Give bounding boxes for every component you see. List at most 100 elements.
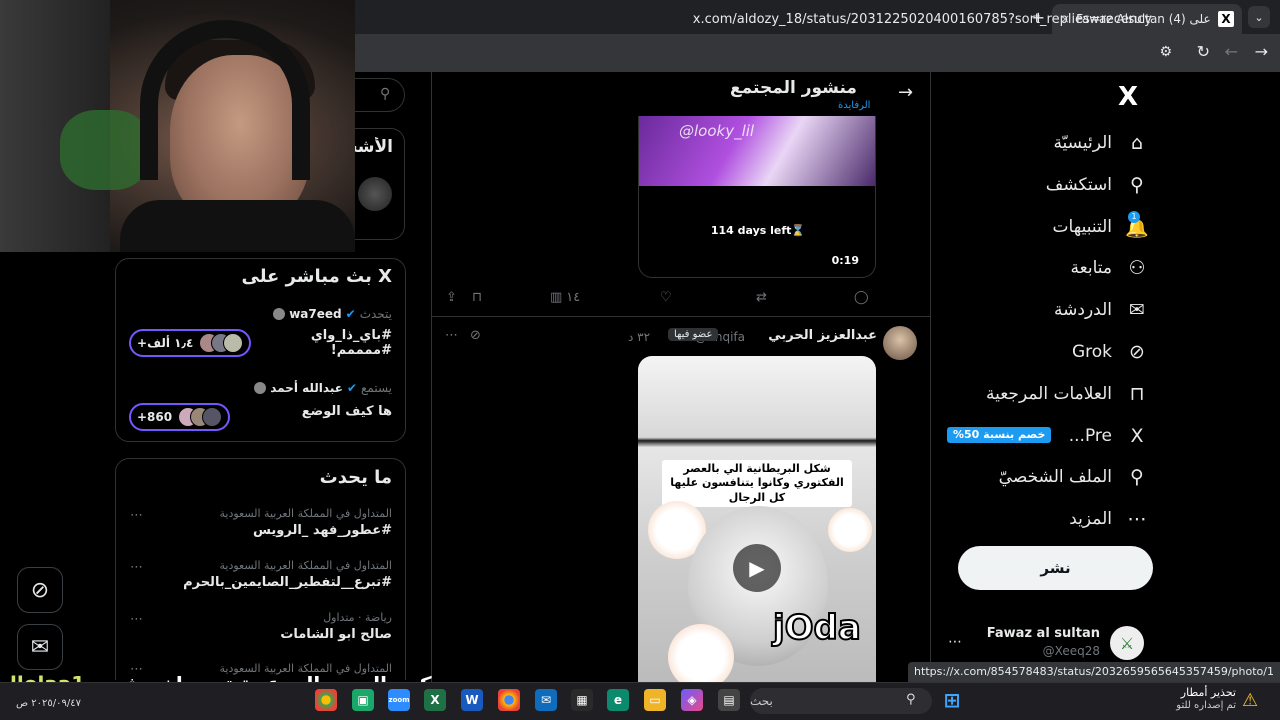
zoom-icon[interactable]: zoom bbox=[388, 689, 410, 711]
nav-chat[interactable]: ✉ الدردشة bbox=[1054, 295, 1150, 325]
taskbar-clock: ٢٠٢٥/٠٩/٤٧ ص bbox=[16, 698, 81, 709]
more-options-icon[interactable]: ⋯ bbox=[130, 508, 143, 523]
x-logo-icon[interactable]: X bbox=[1118, 82, 1138, 112]
folder-icon[interactable]: ▭ bbox=[644, 689, 666, 711]
repost-icon: ⇄ bbox=[756, 290, 767, 305]
edge-icon[interactable]: e bbox=[607, 689, 629, 711]
nav-profile[interactable]: ⚲ الملف الشخصيّ bbox=[999, 462, 1150, 492]
nav-label: Grok bbox=[1071, 342, 1112, 362]
share-icon: ⇪ bbox=[446, 290, 457, 305]
tab-search-button[interactable]: ⌄ bbox=[1248, 6, 1270, 28]
divider bbox=[431, 316, 931, 317]
profile-name[interactable]: Fawaz al sultan bbox=[987, 626, 1100, 641]
space-listeners-badge[interactable]: +860 bbox=[129, 403, 231, 431]
windows-start-icon[interactable]: ⊞ bbox=[941, 688, 963, 712]
bookmark-button[interactable]: ⊓ bbox=[472, 290, 482, 305]
trend-name[interactable]: صالح ابو الشامات bbox=[280, 627, 392, 642]
like-button[interactable]: ♡ bbox=[660, 290, 672, 305]
reply-icon: ◯ bbox=[854, 290, 869, 305]
notification-badge: 1 bbox=[1128, 211, 1140, 223]
messages-float-button[interactable]: ✉ bbox=[17, 624, 63, 670]
back-arrow-icon[interactable]: → bbox=[898, 82, 913, 103]
url-field[interactable]: x.com/aldozy_18/status/20312250204001607… bbox=[352, 8, 1152, 32]
x-premium-icon: X bbox=[1130, 425, 1144, 447]
copilot-icon[interactable]: ◈ bbox=[681, 689, 703, 711]
reload-icon[interactable]: ↻ bbox=[1197, 42, 1210, 61]
post-button[interactable]: نشر bbox=[958, 546, 1153, 590]
verified-icon: ✔ bbox=[345, 307, 356, 321]
webcam-overlay bbox=[0, 0, 355, 252]
excel-icon[interactable]: X bbox=[424, 689, 446, 711]
search-icon: ⚲ bbox=[380, 86, 391, 102]
avatar bbox=[202, 407, 223, 427]
avatar[interactable] bbox=[883, 326, 917, 360]
trend-name[interactable]: #تبرع__لتفطير_الصايمين_بالحرم bbox=[183, 575, 392, 590]
user-icon: ⚲ bbox=[1130, 466, 1144, 488]
listener-count: +860 bbox=[137, 410, 173, 424]
post-timestamp[interactable]: ٣٢ د bbox=[628, 330, 650, 344]
space-host-name[interactable]: عبدالله أحمد bbox=[270, 381, 343, 395]
views-icon: ▥ bbox=[550, 290, 563, 305]
share-button[interactable]: ⇪ bbox=[446, 290, 457, 305]
video-overlay-text: 114 days left⌛ bbox=[710, 224, 806, 237]
space-topic[interactable]: ها كيف الوضع bbox=[252, 404, 392, 419]
space-topic[interactable]: #باي_ذا_واي #ممممم! bbox=[252, 328, 392, 358]
avatar bbox=[273, 308, 286, 320]
chrome-icon[interactable] bbox=[315, 689, 337, 711]
video-player[interactable]: شكل البريطانية الي بالعصر الفكتوري وكانو… bbox=[638, 356, 876, 682]
mail-icon: ✉ bbox=[30, 634, 50, 660]
forward-arrow-icon[interactable]: ← bbox=[1225, 42, 1238, 61]
trend-meta: المتداول في المملكة العربية السعودية bbox=[219, 507, 392, 520]
nav-label: متابعة bbox=[1070, 258, 1112, 278]
home-icon: ⌂ bbox=[1130, 132, 1144, 154]
avatar[interactable] bbox=[358, 177, 392, 211]
more-options-icon[interactable]: ⋯ bbox=[445, 328, 458, 343]
views-button[interactable]: ▥ ١٤ bbox=[550, 290, 580, 305]
weather-alert-title[interactable]: تحذير أمطار bbox=[1181, 686, 1236, 699]
trend-name[interactable]: #عطور_فهد _الرويس bbox=[253, 523, 392, 538]
space-host: يستمع ✔ عبدالله أحمد bbox=[254, 381, 392, 395]
whats-happening-title: ما يحدث bbox=[319, 467, 392, 488]
warning-icon[interactable]: ⚠ bbox=[1242, 690, 1258, 711]
back-arrow-icon[interactable]: → bbox=[1255, 42, 1268, 61]
reply-button[interactable]: ◯ bbox=[854, 290, 869, 305]
trend-meta: المتداول في المملكة العربية السعودية bbox=[219, 559, 392, 572]
nav-grok[interactable]: ⊘ Grok bbox=[1072, 337, 1150, 367]
grok-icon[interactable]: ⊘ bbox=[470, 328, 481, 343]
views-count: ١٤ bbox=[566, 290, 581, 305]
nav-label: الرئيسيّة bbox=[1053, 133, 1112, 153]
more-options-icon[interactable]: ⋯ bbox=[130, 612, 143, 627]
taskbar-search[interactable]: بحث bbox=[750, 688, 932, 714]
nav-explore[interactable]: ⚲ استكشف bbox=[1046, 170, 1150, 200]
avatar[interactable]: ⚔ bbox=[1110, 626, 1144, 660]
video-caption: شكل البريطانية الي بالعصر الفكتوري وكانو… bbox=[662, 460, 852, 507]
community-name[interactable]: الرفايدة bbox=[838, 100, 870, 111]
nav-premium[interactable]: X Pre... bbox=[1069, 421, 1150, 451]
nav-home[interactable]: ⌂ الرئيسيّة bbox=[1053, 128, 1150, 158]
more-options-icon[interactable]: ⋯ bbox=[948, 634, 962, 650]
word-icon[interactable]: W bbox=[461, 689, 483, 711]
outlook-icon[interactable]: ✉ bbox=[535, 689, 557, 711]
nav-follow[interactable]: ⚇ متابعة bbox=[1071, 253, 1150, 283]
grok-icon: ⊘ bbox=[30, 577, 50, 603]
nav-more[interactable]: ⋯ المزيد bbox=[1069, 504, 1150, 534]
store-icon[interactable]: ▦ bbox=[571, 689, 593, 711]
repost-button[interactable]: ⇄ bbox=[756, 290, 767, 305]
nav-bookmarks[interactable]: ⊓ العلامات المرجعية bbox=[986, 379, 1150, 409]
premium-discount-badge: خصم بنسبة 50% bbox=[947, 427, 1052, 443]
taskbar bbox=[0, 682, 1280, 720]
video-player[interactable]: @looky_lil 114 days left⌛ 0:19 bbox=[638, 116, 876, 278]
site-settings-icon[interactable]: ⚙ bbox=[1159, 44, 1172, 60]
video-graphic bbox=[668, 624, 734, 682]
chrome-icon[interactable] bbox=[498, 689, 520, 711]
post-author-name[interactable]: عبدالعزيز الحربي bbox=[768, 328, 877, 343]
space-role: يتحدث bbox=[359, 307, 392, 321]
add-user-icon: ⚇ bbox=[1128, 257, 1146, 279]
space-host-name[interactable]: wa7eed bbox=[289, 307, 341, 321]
space-listeners-badge[interactable]: +١٫٤ ألف bbox=[129, 329, 252, 357]
play-icon[interactable]: ▶ bbox=[733, 544, 781, 592]
grok-float-button[interactable]: ⊘ bbox=[17, 567, 63, 613]
more-options-icon[interactable]: ⋯ bbox=[130, 560, 143, 575]
meet-icon[interactable]: ▣ bbox=[352, 689, 374, 711]
app-icon[interactable]: ▤ bbox=[718, 689, 740, 711]
